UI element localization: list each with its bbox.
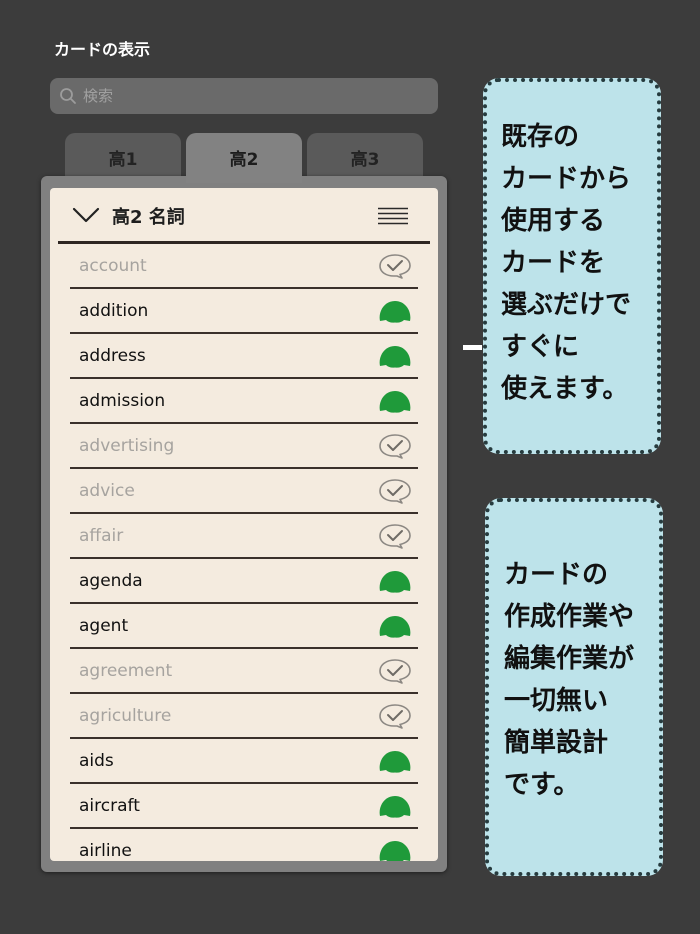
word-label: agenda xyxy=(79,570,143,591)
callout-select-existing-cards: 既存の カードから 使用する カードを 選ぶだけで すぐに 使えます。 xyxy=(483,78,661,454)
search-input[interactable] xyxy=(81,86,415,106)
word-label: agreement xyxy=(79,660,173,681)
callout-line: 一切無い xyxy=(504,686,609,716)
list-item[interactable]: airline xyxy=(70,829,418,861)
green-dome-icon[interactable] xyxy=(378,388,412,418)
callout-line: カードの xyxy=(504,560,609,590)
word-label: agriculture xyxy=(79,705,172,726)
search-icon xyxy=(60,88,76,104)
callout-line: カードから xyxy=(501,164,632,194)
list-item[interactable]: advertising xyxy=(70,424,418,469)
list-item[interactable]: account xyxy=(70,244,418,289)
word-label: affair xyxy=(79,525,124,546)
green-dome-icon[interactable] xyxy=(378,748,412,778)
card-list-frame: 高2 名詞 account addition address admission adv… xyxy=(41,176,447,872)
word-label: advice xyxy=(79,480,135,501)
word-label: admission xyxy=(79,390,166,411)
callout-line: 使えます。 xyxy=(501,374,629,404)
tab-koukou2[interactable]: 高2 xyxy=(186,133,302,183)
word-label: airline xyxy=(79,840,132,861)
word-label: address xyxy=(79,345,146,366)
check-bubble-icon[interactable] xyxy=(378,658,412,688)
screen-title: カードの表示 xyxy=(54,40,151,59)
menu-icon[interactable] xyxy=(378,207,408,225)
check-bubble-icon[interactable] xyxy=(378,703,412,733)
check-bubble-icon[interactable] xyxy=(378,478,412,508)
callout-line: 編集作業が xyxy=(504,644,635,674)
word-label: advertising xyxy=(79,435,175,456)
callout-line: 簡単設計 xyxy=(504,728,609,758)
list-item[interactable]: aids xyxy=(70,739,418,784)
word-label: aids xyxy=(79,750,114,771)
green-dome-icon[interactable] xyxy=(378,838,412,861)
panel-header[interactable]: 高2 名詞 xyxy=(50,188,438,244)
card-list-panel: 高2 名詞 account addition address admission adv… xyxy=(50,188,438,861)
green-dome-icon[interactable] xyxy=(378,613,412,643)
word-label: aircraft xyxy=(79,795,140,816)
callout-line: 既存の xyxy=(501,122,580,152)
list-item[interactable]: affair xyxy=(70,514,418,559)
word-list: account addition address admission advertisi… xyxy=(70,244,418,861)
word-label: account xyxy=(79,255,147,276)
search-bar[interactable] xyxy=(50,78,438,114)
word-label: agent xyxy=(79,615,129,636)
tab-label: 高2 xyxy=(229,150,259,170)
check-bubble-icon[interactable] xyxy=(378,253,412,283)
callout-line: 選ぶだけで xyxy=(501,290,632,320)
list-item[interactable]: agreement xyxy=(70,649,418,694)
list-item[interactable]: admission xyxy=(70,379,418,424)
green-dome-icon[interactable] xyxy=(378,298,412,328)
word-label: addition xyxy=(79,300,149,321)
list-item[interactable]: addition xyxy=(70,289,418,334)
callout-line: カードを xyxy=(501,248,606,278)
list-item[interactable]: agent xyxy=(70,604,418,649)
callout-line: 作成作業や xyxy=(504,602,635,632)
callout-line: です。 xyxy=(504,770,580,800)
callout-line: すぐに xyxy=(501,332,580,362)
list-item[interactable]: advice xyxy=(70,469,418,514)
callout-line: 使用する xyxy=(501,206,606,236)
panel-title: 高2 名詞 xyxy=(112,207,185,228)
list-item[interactable]: aircraft xyxy=(70,784,418,829)
check-bubble-icon[interactable] xyxy=(378,433,412,463)
callout-simple-design: カードの 作成作業や 編集作業が 一切無い 簡単設計 です。 xyxy=(485,498,663,876)
check-bubble-icon[interactable] xyxy=(378,523,412,553)
list-item[interactable]: agenda xyxy=(70,559,418,604)
green-dome-icon[interactable] xyxy=(378,343,412,373)
list-item[interactable]: agriculture xyxy=(70,694,418,739)
list-item[interactable]: address xyxy=(70,334,418,379)
connector-line xyxy=(463,345,482,350)
green-dome-icon[interactable] xyxy=(378,568,412,598)
green-dome-icon[interactable] xyxy=(378,793,412,823)
chevron-down-icon[interactable] xyxy=(72,206,100,224)
